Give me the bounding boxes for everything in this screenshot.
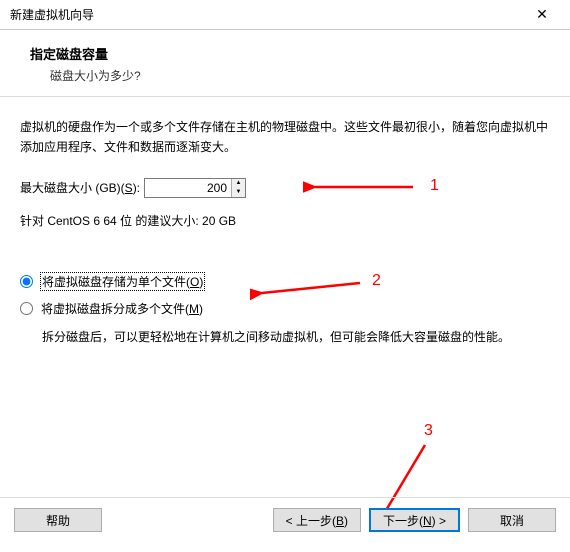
button-bar: 帮助 < 上一步(B) 下一步(N) > 取消 (0, 497, 570, 542)
description-text: 虚拟机的硬盘作为一个或多个文件存储在主机的物理磁盘中。这些文件最初很小，随着您向… (20, 117, 550, 158)
page-subtitle: 磁盘大小为多少? (50, 67, 546, 84)
recommended-size-text: 针对 CentOS 6 64 位 的建议大小: 20 GB (20, 212, 550, 229)
window-title: 新建虚拟机向导 (10, 6, 94, 23)
spinner-buttons: ▲ ▼ (231, 179, 245, 197)
page-title: 指定磁盘容量 (30, 44, 546, 63)
spinner-down-icon[interactable]: ▼ (232, 188, 245, 197)
nav-button-group: < 上一步(B) 下一步(N) > 取消 (273, 508, 556, 532)
radio-split-files-row[interactable]: 将虚拟磁盘拆分成多个文件(M) (20, 300, 550, 317)
disk-size-row: 最大磁盘大小 (GB)(S): ▲ ▼ (20, 178, 550, 198)
disk-size-input[interactable] (145, 179, 231, 197)
back-button[interactable]: < 上一步(B) (273, 508, 361, 532)
split-description: 拆分磁盘后，可以更轻松地在计算机之间移动虚拟机，但可能会降低大容量磁盘的性能。 (42, 327, 550, 347)
close-icon: ✕ (536, 6, 548, 23)
radio-single-file-label[interactable]: 将虚拟磁盘存储为单个文件(O) (41, 273, 204, 290)
annotation-number-3: 3 (424, 422, 433, 440)
disk-size-spinner[interactable]: ▲ ▼ (144, 178, 246, 198)
titlebar: 新建虚拟机向导 ✕ (0, 0, 570, 30)
spinner-up-icon[interactable]: ▲ (232, 179, 245, 188)
disk-size-label: 最大磁盘大小 (GB)(S): (20, 179, 140, 196)
radio-split-files-label[interactable]: 将虚拟磁盘拆分成多个文件(M) (41, 300, 203, 317)
radio-split-files[interactable] (20, 302, 33, 315)
wizard-header: 指定磁盘容量 磁盘大小为多少? (0, 30, 570, 97)
radio-single-file[interactable] (20, 275, 33, 288)
help-button[interactable]: 帮助 (14, 508, 102, 532)
content-area: 虚拟机的硬盘作为一个或多个文件存储在主机的物理磁盘中。这些文件最初很小，随着您向… (0, 97, 570, 347)
next-button[interactable]: 下一步(N) > (369, 508, 460, 532)
close-button[interactable]: ✕ (522, 1, 562, 29)
radio-single-file-row[interactable]: 将虚拟磁盘存储为单个文件(O) (20, 273, 550, 290)
cancel-button[interactable]: 取消 (468, 508, 556, 532)
